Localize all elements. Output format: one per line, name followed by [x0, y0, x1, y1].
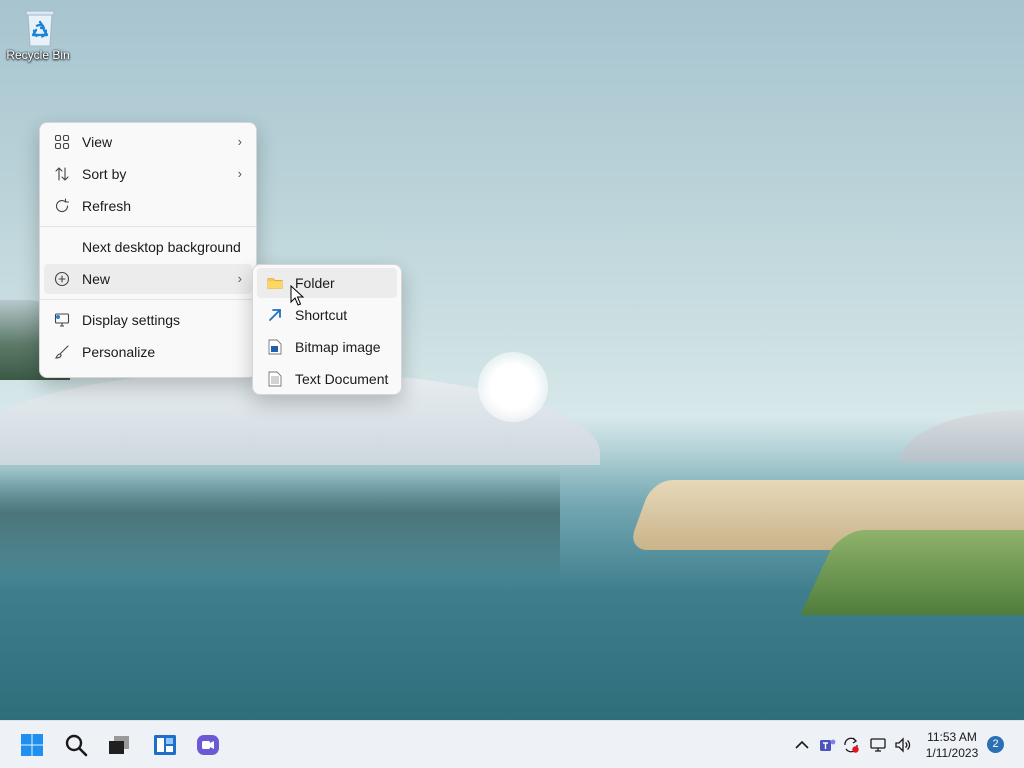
widgets-button[interactable]: [149, 729, 181, 761]
submenu-item-text-document[interactable]: Text Document: [257, 364, 397, 394]
teams-icon[interactable]: [819, 736, 837, 754]
text-document-icon: [267, 371, 283, 387]
new-submenu: Folder Shortcut Bitmap image Text Docume…: [252, 264, 402, 395]
task-view-icon: [109, 736, 129, 754]
widgets-icon: [154, 735, 176, 755]
sync-icon[interactable]: [842, 736, 860, 754]
wallpaper-reflection: [0, 470, 560, 580]
plus-circle-icon: [54, 271, 70, 287]
menu-item-label: Refresh: [82, 198, 132, 214]
menu-item-refresh[interactable]: Refresh: [44, 191, 252, 221]
wallpaper-sun: [478, 352, 548, 422]
menu-item-display-settings[interactable]: Display settings: [44, 305, 252, 335]
display-settings-icon: [54, 312, 70, 328]
chevron-right-icon: ›: [237, 166, 242, 181]
teams-chat-icon: [197, 735, 219, 755]
notification-badge[interactable]: 2: [987, 736, 1004, 753]
menu-item-new[interactable]: New ›: [44, 264, 252, 294]
desktop-icon-label: Recycle Bin: [6, 48, 70, 62]
chevron-right-icon: ›: [237, 271, 242, 286]
menu-item-personalize[interactable]: Personalize: [44, 337, 252, 367]
desktop-icon-recycle-bin[interactable]: Recycle Bin: [6, 8, 74, 62]
mouse-cursor-icon: [290, 285, 304, 306]
submenu-item-folder[interactable]: Folder: [257, 268, 397, 298]
chat-button[interactable]: [192, 729, 224, 761]
menu-item-label: Text Document: [295, 371, 389, 387]
clock-date: 1/11/2023: [925, 746, 979, 760]
shortcut-arrow-icon: [267, 307, 283, 323]
recycle-bin-icon: [25, 10, 55, 47]
menu-item-label: Shortcut: [295, 307, 348, 323]
clock-time: 11:53 AM: [927, 730, 977, 744]
menu-item-sort-by[interactable]: Sort by ›: [44, 159, 252, 189]
taskbar: 11:53 AM 1/11/2023: [0, 720, 1024, 768]
chevron-right-icon: ›: [237, 134, 242, 149]
search-icon: [65, 734, 88, 757]
start-button[interactable]: [16, 729, 48, 761]
menu-item-label: Bitmap image: [295, 339, 381, 355]
menu-item-label: New: [82, 271, 111, 287]
menu-item-label: Personalize: [82, 344, 156, 360]
folder-icon: [267, 275, 283, 291]
brush-icon: [54, 344, 70, 360]
submenu-item-shortcut[interactable]: Shortcut: [257, 300, 397, 330]
volume-icon[interactable]: [894, 736, 912, 754]
menu-item-next-desktop-background[interactable]: Next desktop background: [44, 232, 252, 262]
sort-icon: [54, 166, 70, 182]
windows-logo-icon: [21, 734, 43, 756]
wallpaper-mountain: [900, 410, 1024, 462]
chevron-up-icon[interactable]: [793, 736, 811, 754]
menu-item-label: Display settings: [82, 312, 181, 328]
menu-item-label: Next desktop background: [82, 239, 241, 255]
menu-separator: [40, 226, 256, 227]
taskbar-clock[interactable]: 11:53 AM 1/11/2023: [918, 729, 986, 761]
menu-item-label: Sort by: [82, 166, 127, 182]
menu-item-view[interactable]: View ›: [44, 127, 252, 157]
network-icon[interactable]: [869, 736, 887, 754]
submenu-item-bitmap-image[interactable]: Bitmap image: [257, 332, 397, 362]
desktop-context-menu: View › Sort by › Refresh Next desktop ba…: [39, 122, 257, 378]
bitmap-image-icon: [267, 339, 283, 355]
task-view-button[interactable]: [103, 729, 135, 761]
search-button[interactable]: [60, 729, 92, 761]
grid-icon: [54, 134, 70, 150]
menu-item-label: View: [82, 134, 113, 150]
refresh-icon: [54, 198, 70, 214]
menu-separator: [40, 299, 256, 300]
